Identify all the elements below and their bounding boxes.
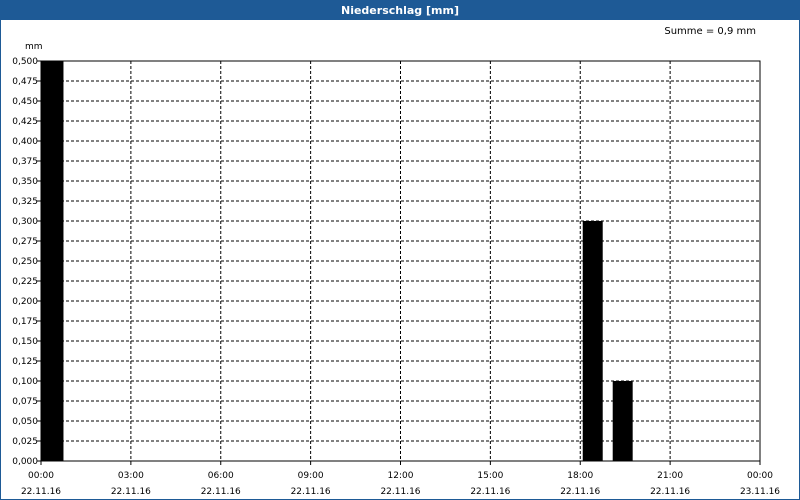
y-tick-label: 0,325 xyxy=(12,197,38,207)
x-tick-date-label: 22.11.16 xyxy=(111,487,151,497)
precipitation-bar xyxy=(41,61,64,461)
x-tick-date-label: 22.11.16 xyxy=(560,487,600,497)
y-axis-unit-label: mm xyxy=(25,42,43,52)
x-tick-date-label: 22.11.16 xyxy=(201,487,241,497)
x-tick-date-label: 22.11.16 xyxy=(470,487,510,497)
y-tick-label: 0,500 xyxy=(12,57,38,67)
x-tick-time-label: 21:00 xyxy=(657,471,683,481)
y-tick-label: 0,175 xyxy=(12,317,38,327)
y-tick-label: 0,475 xyxy=(12,77,38,87)
chart-window: Niederschlag [mm] Summe = 0,9 mm mm 0,00… xyxy=(0,0,800,500)
y-tick-label: 0,375 xyxy=(12,157,38,167)
precipitation-chart: mm 0,000 0,025 0,050 0,075 0,100 0,125 0,150 0,… xyxy=(12,42,780,497)
x-tick-date-label: 22.11.16 xyxy=(380,487,420,497)
y-tick-label: 0,400 xyxy=(12,137,38,147)
x-tick-time-label: 12:00 xyxy=(388,471,414,481)
y-tick-label: 0,450 xyxy=(12,97,38,107)
x-tick-date-label: 23.11.16 xyxy=(740,487,780,497)
x-tick-time-label: 03:00 xyxy=(118,471,144,481)
x-tick-date-label: 22.11.16 xyxy=(650,487,690,497)
y-tick-label: 0,000 xyxy=(12,457,38,467)
y-tick-label: 0,100 xyxy=(12,377,38,387)
x-tick-time-label: 09:00 xyxy=(298,471,324,481)
precipitation-bar xyxy=(582,221,603,461)
chart-title: Niederschlag [mm] xyxy=(1,1,799,20)
x-tick-time-label: 18:00 xyxy=(567,471,593,481)
x-tick-date-label: 22.11.16 xyxy=(21,487,61,497)
y-tick-label: 0,200 xyxy=(12,297,38,307)
y-tick-label: 0,225 xyxy=(12,277,38,287)
y-tick-label: 0,025 xyxy=(12,437,38,447)
y-tick-label: 0,425 xyxy=(12,117,38,127)
y-tick-label: 0,275 xyxy=(12,237,38,247)
y-tick-label: 0,300 xyxy=(12,217,38,227)
x-tick-time-label: 00:00 xyxy=(747,471,773,481)
x-tick-time-label: 15:00 xyxy=(477,471,503,481)
y-tick-label: 0,075 xyxy=(12,397,38,407)
y-tick-label: 0,150 xyxy=(12,337,38,347)
y-tick-label: 0,050 xyxy=(12,417,38,427)
y-tick-label: 0,250 xyxy=(12,257,38,267)
precipitation-bar xyxy=(612,381,633,461)
x-tick-time-label: 06:00 xyxy=(208,471,234,481)
y-tick-label: 0,125 xyxy=(12,357,38,367)
y-tick-label: 0,350 xyxy=(12,177,38,187)
x-tick-time-label: 00:00 xyxy=(28,471,54,481)
x-tick-date-label: 22.11.16 xyxy=(291,487,331,497)
